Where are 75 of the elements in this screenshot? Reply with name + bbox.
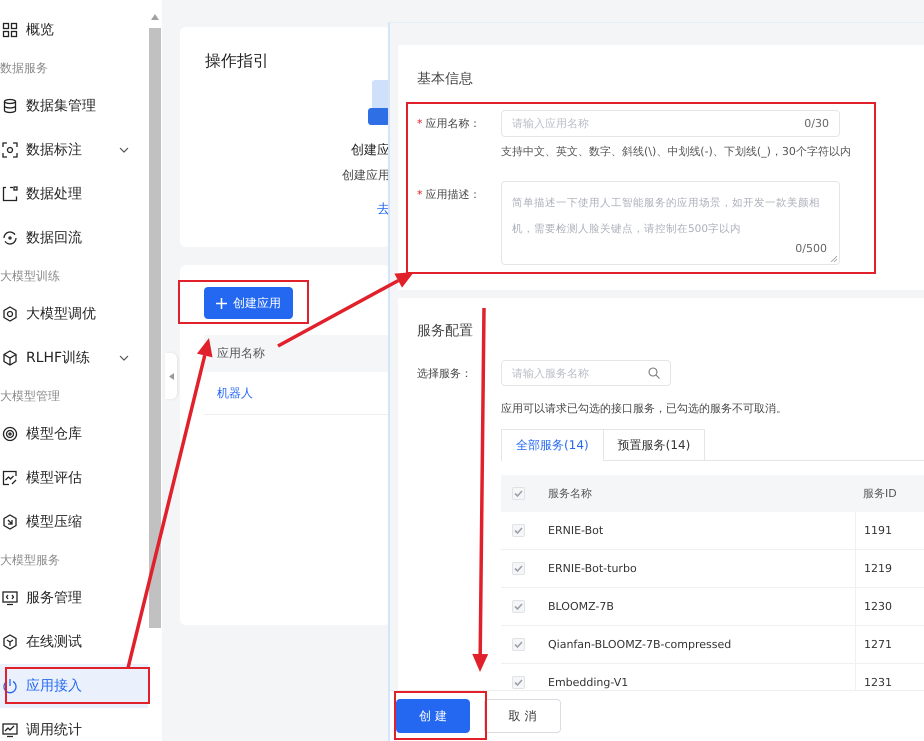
cycle-icon bbox=[2, 230, 18, 246]
caret-left-icon bbox=[168, 372, 174, 380]
field-label: * 应用名称： bbox=[417, 116, 480, 131]
sidebar-item[interactable]: 数据标注 bbox=[0, 128, 148, 172]
section-title: 服务配置 bbox=[417, 322, 474, 340]
focus-icon bbox=[2, 142, 18, 158]
table-header: 应用名称 bbox=[204, 335, 390, 372]
plus-icon bbox=[216, 298, 227, 308]
sidebar-item[interactable]: 服务管理 bbox=[0, 576, 148, 620]
guide-link[interactable]: 去 bbox=[377, 200, 390, 218]
menu-group-label: 数据服务 bbox=[0, 60, 49, 77]
menu-group-label: 大模型服务 bbox=[0, 552, 61, 569]
sidebar-item[interactable]: 应用接入 bbox=[0, 664, 148, 708]
sidebar-item[interactable]: 数据集管理 bbox=[0, 84, 148, 128]
checkbox[interactable] bbox=[512, 600, 525, 613]
monitor-chart-icon bbox=[2, 722, 18, 738]
checkbox[interactable] bbox=[512, 524, 525, 537]
folder-illustration bbox=[368, 80, 390, 125]
menu-group-label: 大模型训练 bbox=[0, 268, 61, 285]
target-icon bbox=[2, 426, 18, 442]
name-input-field[interactable]: 请输入应用名称 0/30 bbox=[501, 110, 840, 137]
menu-group-label: 大模型管理 bbox=[0, 388, 61, 405]
hexagon-icon bbox=[2, 306, 18, 322]
sidebar-item[interactable]: 调用统计 bbox=[0, 708, 148, 741]
create-button[interactable]: 创 建 bbox=[396, 699, 470, 733]
table-cell: 1230 bbox=[855, 588, 924, 625]
sidebar-item[interactable]: 大模型调优 bbox=[0, 292, 148, 336]
table-cell-text: BLOOMZ-7B bbox=[548, 599, 615, 615]
sidebar-item[interactable]: RLHF训练 bbox=[0, 336, 148, 380]
description-textarea[interactable]: 简单描述一下使用人工智能服务的应用场景，如开发一款美颜相机，需要检测人脸关键点，请控制在500字以内 0/500 bbox=[501, 181, 840, 265]
table-cell-text: ERNIE-Bot bbox=[548, 523, 604, 539]
collapse-handle[interactable] bbox=[165, 353, 177, 399]
sidebar-item[interactable]: 数据回流 bbox=[0, 216, 148, 260]
scroll-up-icon bbox=[151, 14, 159, 20]
card-title: 操作指引 bbox=[205, 51, 270, 72]
cube-icon bbox=[2, 350, 18, 366]
checkbox[interactable] bbox=[512, 487, 525, 500]
resize-grip-icon bbox=[830, 255, 837, 262]
power-icon bbox=[2, 678, 18, 694]
scrollbar[interactable] bbox=[148, 0, 162, 741]
checkbox[interactable] bbox=[512, 562, 525, 575]
search-icon bbox=[648, 367, 660, 379]
grid-icon bbox=[2, 22, 18, 38]
field-hint: 支持中文、英文、数字、斜线(\)、中划线(-)、下划线(_)，30个字符以内 bbox=[501, 144, 851, 159]
column-header: 服务ID bbox=[862, 486, 898, 502]
table-cell-text: Embedding-V1 bbox=[548, 675, 630, 690]
service-tab[interactable]: 全部服务(14) bbox=[501, 429, 604, 461]
checkbox[interactable] bbox=[512, 676, 525, 689]
cancel-button[interactable]: 取 消 bbox=[484, 699, 561, 733]
sidebar-item[interactable]: 模型评估 bbox=[0, 456, 148, 500]
service-tab[interactable]: 预置服务(14) bbox=[604, 429, 706, 460]
field-label: 选择服务： bbox=[417, 366, 472, 381]
cube-icon bbox=[2, 634, 18, 650]
sidebar-item[interactable]: 数据处理 bbox=[0, 172, 148, 216]
sidebar-item[interactable]: 模型压缩 bbox=[0, 500, 148, 544]
monitor-code-icon bbox=[2, 590, 18, 606]
create-app-button[interactable]: 创建应用 bbox=[204, 287, 293, 319]
table-cell: 1219 bbox=[855, 550, 924, 587]
compress-icon bbox=[2, 514, 18, 530]
sidebar-item[interactable]: 在线测试 bbox=[0, 620, 148, 664]
field-label: * 应用描述： bbox=[417, 187, 480, 202]
section-title: 基本信息 bbox=[417, 70, 474, 88]
table-cell-text: ERNIE-Bot-turbo bbox=[548, 561, 638, 577]
table-cell-text: Qianfan-BLOOMZ-7B-compressed bbox=[548, 637, 732, 653]
sidebar-item[interactable]: 模型仓库 bbox=[0, 412, 148, 456]
chart-edit-icon bbox=[2, 470, 18, 486]
database-icon bbox=[2, 98, 18, 114]
frame-icon bbox=[2, 186, 18, 202]
checkbox[interactable] bbox=[512, 638, 525, 651]
sidebar-item[interactable]: 概览 bbox=[0, 8, 148, 52]
table-cell: 1271 bbox=[855, 626, 924, 663]
column-header: 服务名称 bbox=[548, 486, 593, 502]
app-name-link[interactable]: 机器人 bbox=[217, 384, 253, 402]
service-note: 应用可以请求已勾选的接口服务，已勾选的服务不可取消。 bbox=[501, 401, 788, 416]
table-cell: 1191 bbox=[855, 512, 924, 549]
